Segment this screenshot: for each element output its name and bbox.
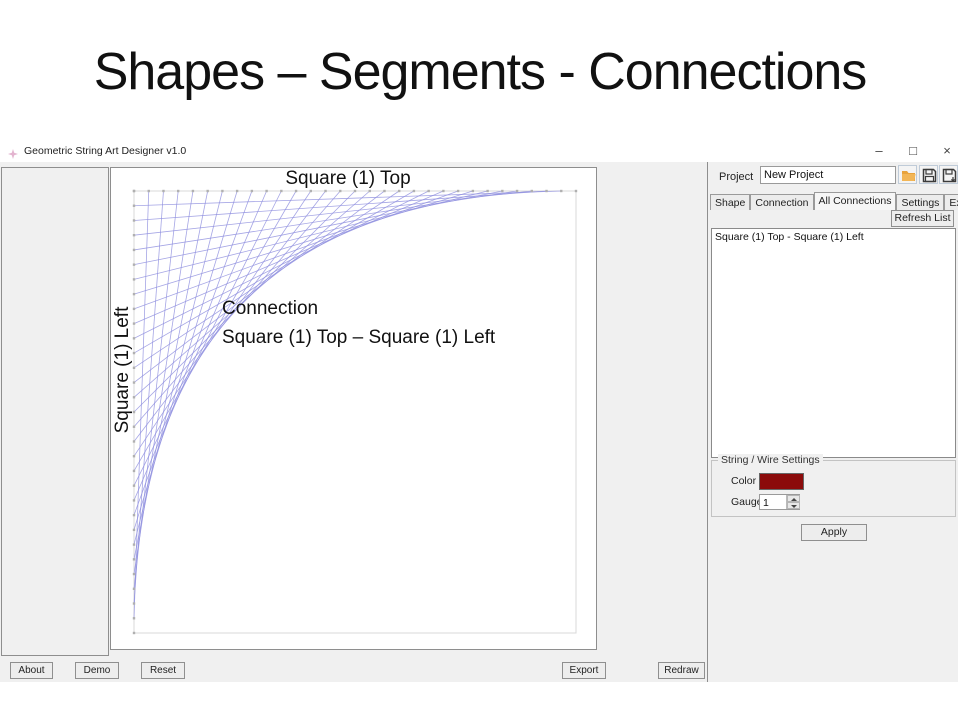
client-area: Square (1) Top Square (1) Left Connectio… [0, 162, 958, 682]
export-button[interactable]: Export [562, 662, 606, 679]
gauge-up-button[interactable] [787, 495, 800, 502]
segment-label-left: Square (1) Left [112, 295, 132, 445]
tab-shape[interactable]: Shape [710, 194, 750, 210]
tab-export[interactable]: Export [944, 194, 958, 210]
save-project-button[interactable] [919, 165, 938, 184]
connection-annotation-line2: Square (1) Top – Square (1) Left [222, 323, 495, 352]
connection-annotation-line1: Connection [222, 294, 495, 323]
slide-title: Shapes – Segments - Connections [0, 42, 960, 102]
tab-connection[interactable]: Connection [750, 194, 813, 210]
app-window: Geometric String Art Designer v1.0 – □ ×… [0, 140, 958, 682]
gauge-value: 1 [763, 497, 769, 509]
gauge-spin-buttons [786, 495, 799, 509]
color-label: Color [731, 475, 756, 487]
about-button[interactable]: About [10, 662, 53, 679]
group-title: String / Wire Settings [718, 454, 823, 466]
left-tool-panel [1, 167, 109, 656]
tab-strip: ShapeConnectionAll ConnectionsSettingsEx… [710, 192, 958, 210]
string-wire-settings-group: String / Wire Settings Color Gauge 1 [711, 460, 956, 517]
app-icon [8, 146, 18, 156]
project-name-input[interactable] [760, 166, 896, 184]
connections-listbox[interactable]: Square (1) Top - Square (1) Left [711, 228, 956, 458]
gauge-down-button[interactable] [787, 502, 800, 509]
chevron-down-icon [791, 505, 797, 508]
demo-button[interactable]: Demo [75, 662, 119, 679]
refresh-list-button[interactable]: Refresh List [891, 210, 954, 227]
connection-annotation: Connection Square (1) Top – Square (1) L… [222, 294, 495, 352]
segment-label-top: Square (1) Top [248, 168, 448, 190]
close-button[interactable]: × [936, 141, 958, 160]
slide: Shapes – Segments - Connections Geometri… [0, 0, 960, 720]
window-titlebar: Geometric String Art Designer v1.0 – □ × [0, 140, 958, 162]
right-panel: Project [707, 162, 958, 682]
tab-settings[interactable]: Settings [896, 194, 944, 210]
maximize-button[interactable]: □ [902, 141, 924, 160]
project-label: Project [719, 171, 753, 183]
open-project-button[interactable] [898, 165, 917, 184]
list-item[interactable]: Square (1) Top - Square (1) Left [712, 229, 955, 245]
tab-all-connections[interactable]: All Connections [814, 192, 897, 210]
chevron-up-icon [791, 498, 797, 501]
reset-button[interactable]: Reset [141, 662, 185, 679]
color-swatch[interactable] [759, 473, 804, 490]
gauge-stepper[interactable]: 1 [759, 494, 800, 510]
apply-button[interactable]: Apply [801, 524, 867, 541]
string-art-svg [111, 168, 596, 649]
drawing-canvas[interactable]: Square (1) Top Square (1) Left Connectio… [110, 167, 597, 650]
gauge-label: Gauge [731, 496, 763, 508]
save-as-button[interactable] [939, 165, 958, 184]
redraw-button[interactable]: Redraw [658, 662, 705, 679]
minimize-button[interactable]: – [868, 141, 890, 160]
window-title: Geometric String Art Designer v1.0 [24, 145, 186, 157]
